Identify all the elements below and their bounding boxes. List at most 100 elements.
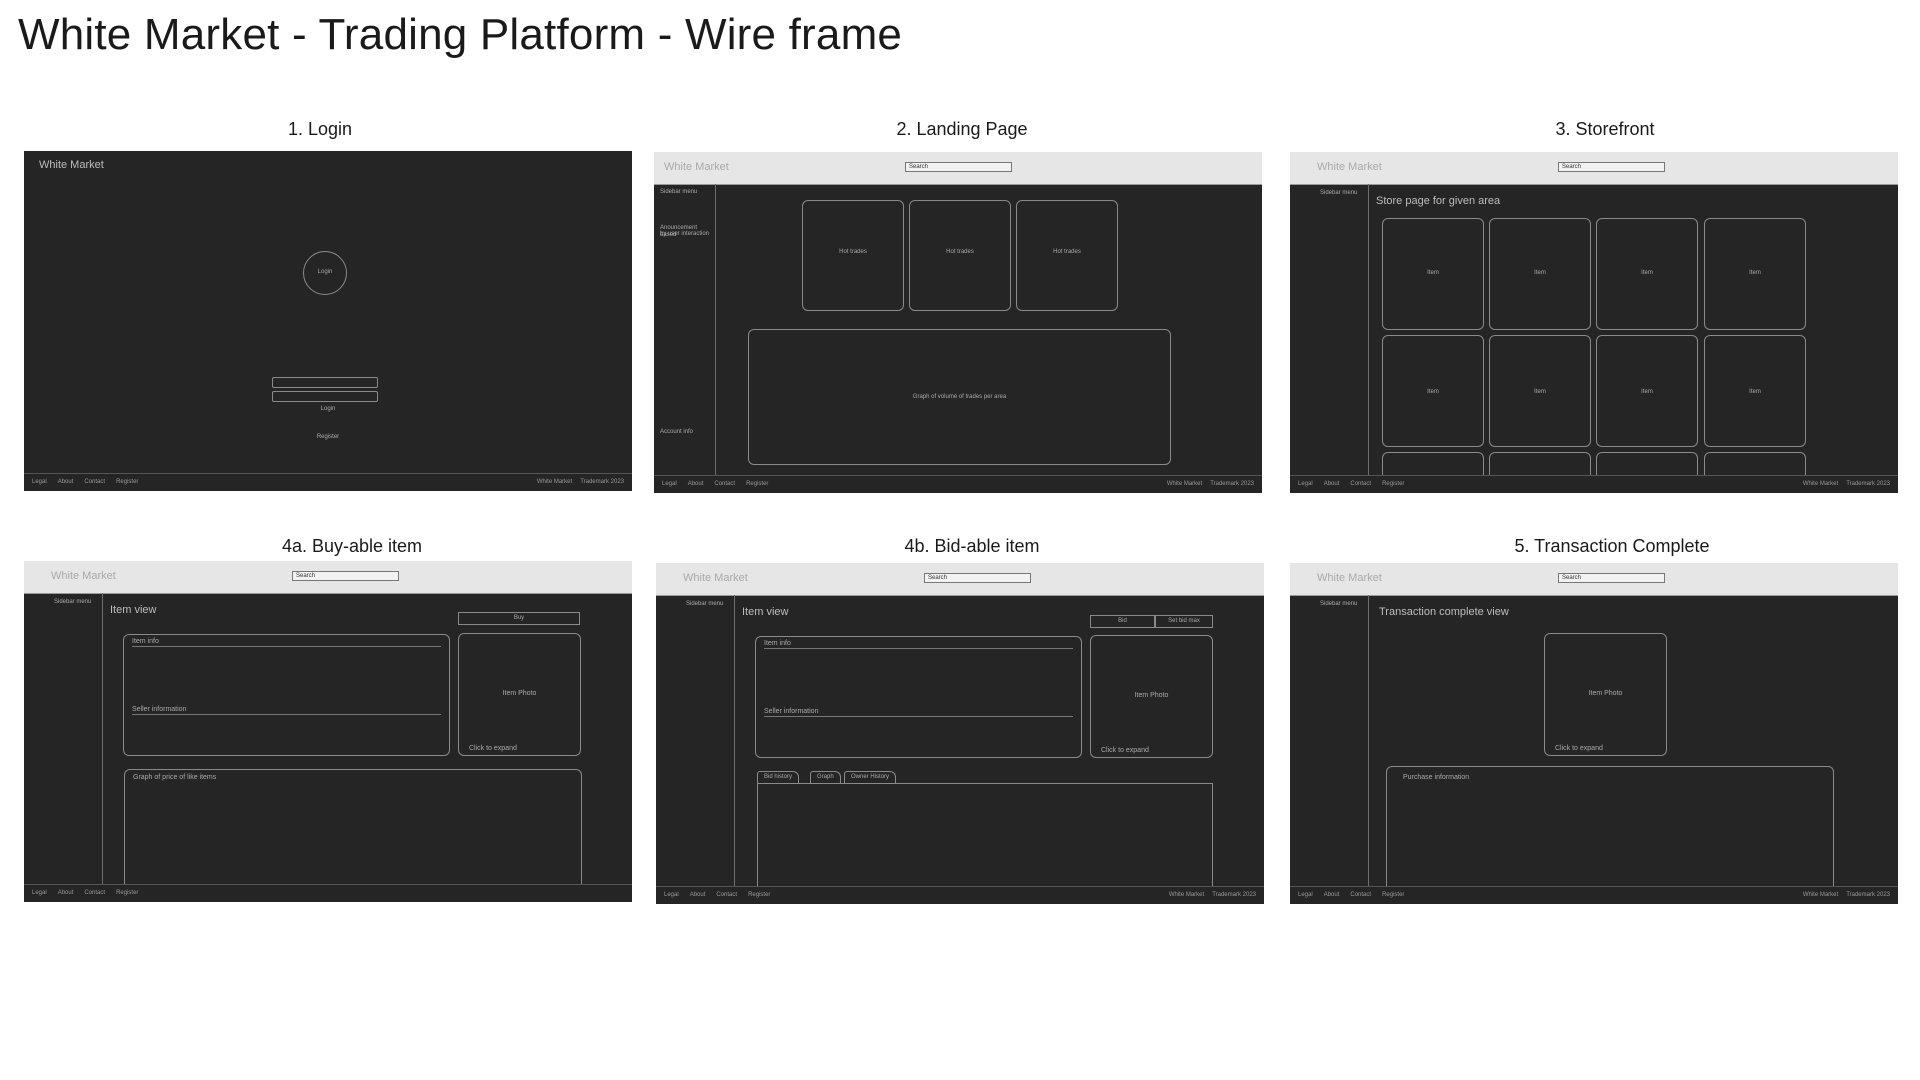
panel-title-login: 1. Login	[287, 119, 353, 139]
footer-contact[interactable]: Contact	[716, 892, 737, 898]
item-view-heading: Item view	[110, 604, 157, 616]
search-input[interactable]: Search	[905, 162, 1012, 172]
item-photo-box[interactable]: Item Photo Click to expand	[458, 633, 581, 756]
footer-contact[interactable]: Contact	[1350, 481, 1371, 487]
frame-complete: White Market Search Sidebar menu Transac…	[1290, 563, 1898, 904]
panel-title-landing: 2. Landing Page	[896, 119, 1028, 139]
search-input[interactable]: Search	[1558, 162, 1665, 172]
sidebar: Sidebar menu	[656, 595, 735, 887]
click-to-expand-label: Click to expand	[1101, 747, 1149, 754]
brand-logo: White Market	[1317, 161, 1382, 173]
item-info-label: Item info	[132, 638, 159, 645]
footer-about[interactable]: About	[1324, 892, 1340, 898]
footer-about[interactable]: About	[1324, 481, 1340, 487]
footer-contact[interactable]: Contact	[84, 479, 105, 485]
item-card[interactable]: Item	[1704, 335, 1806, 447]
footer-legal[interactable]: Legal	[662, 481, 677, 487]
footer-legal[interactable]: Legal	[1298, 892, 1313, 898]
item-card-label: Item	[1427, 270, 1439, 276]
login-button[interactable]: Login	[24, 406, 632, 412]
sidebar-menu-label[interactable]: Sidebar menu	[54, 599, 91, 606]
register-link[interactable]: Register	[24, 434, 632, 440]
footer-brand: White Market	[1166, 481, 1203, 487]
header: White Market Search	[1290, 563, 1898, 596]
footer-register[interactable]: Register	[1382, 892, 1404, 898]
footer-register[interactable]: Register	[748, 892, 770, 898]
tab-bid-history[interactable]: Bid history	[757, 771, 800, 783]
footer-brand: White Market	[1802, 481, 1839, 487]
footer-legal[interactable]: Legal	[32, 479, 47, 485]
buy-button[interactable]: Buy	[458, 612, 580, 625]
sidebar-menu-label[interactable]: Sidebar menu	[660, 189, 697, 196]
item-photo-label: Item Photo	[1134, 692, 1169, 699]
footer-contact[interactable]: Contact	[714, 481, 735, 487]
bid-button[interactable]: Bid	[1090, 615, 1155, 628]
brand-logo: White Market	[1317, 572, 1382, 584]
sidebar-menu-label[interactable]: Sidebar menu	[1320, 190, 1357, 197]
footer-contact[interactable]: Contact	[84, 890, 105, 896]
trade-volume-graph: Graph of volume of trades per area	[748, 329, 1171, 465]
footer-about[interactable]: About	[688, 481, 704, 487]
item-photo-label: Item Photo	[1588, 690, 1623, 697]
search-input[interactable]: Search	[292, 571, 399, 581]
footer-brand: White Market	[1168, 892, 1205, 898]
brand-logo: White Market	[664, 161, 729, 173]
item-card[interactable]: Item	[1596, 335, 1698, 447]
hot-trades-card[interactable]: Hot trades	[802, 200, 904, 311]
item-card[interactable]: Item	[1489, 218, 1591, 330]
item-card-label: Item	[1534, 270, 1546, 276]
transaction-complete-heading: Transaction complete view	[1379, 606, 1509, 618]
footer-register[interactable]: Register	[1382, 481, 1404, 487]
frame-landing: White Market Search Sidebar menu Anounce…	[654, 152, 1262, 493]
item-card[interactable]: Item	[1704, 218, 1806, 330]
password-input[interactable]	[272, 391, 378, 402]
item-card[interactable]: Item	[1382, 335, 1484, 447]
set-bid-max-button[interactable]: Set bid max	[1155, 615, 1213, 628]
account-info-label[interactable]: Account info	[660, 429, 693, 436]
footer-legal[interactable]: Legal	[32, 890, 47, 896]
login-avatar-circle[interactable]: Login	[303, 251, 347, 295]
footer-register[interactable]: Register	[746, 481, 768, 487]
announcement-label-2: by user interaction	[660, 231, 710, 237]
sidebar-menu-label[interactable]: Sidebar menu	[1320, 601, 1357, 608]
search-input[interactable]: Search	[924, 573, 1031, 583]
footer-register[interactable]: Register	[116, 890, 138, 896]
footer: Legal About Contact Register White Market Tr…	[24, 473, 632, 491]
hot-trades-card[interactable]: Hot trades	[1016, 200, 1118, 311]
username-input[interactable]	[272, 377, 378, 388]
frame-storefront: White Market Search Sidebar menu Store p…	[1290, 152, 1898, 493]
footer-about[interactable]: About	[58, 890, 74, 896]
tab-owner-history[interactable]: Owner History	[844, 771, 897, 783]
click-to-expand-label: Click to expand	[469, 745, 517, 752]
footer-trademark: Trademark 2023	[1846, 892, 1890, 898]
purchase-info-label: Purchase information	[1403, 774, 1470, 781]
item-card[interactable]: Item	[1489, 335, 1591, 447]
tab-graph[interactable]: Graph	[810, 771, 841, 783]
search-input[interactable]: Search	[1558, 573, 1665, 583]
panel-title-storefront: 3. Storefront	[1555, 119, 1655, 139]
price-graph-box: Graph of price of like items	[124, 769, 582, 902]
item-photo-box[interactable]: Item Photo Click to expand	[1090, 635, 1213, 758]
sidebar-menu-label[interactable]: Sidebar menu	[686, 601, 723, 608]
footer-about[interactable]: About	[58, 479, 74, 485]
item-card[interactable]: Item	[1382, 218, 1484, 330]
item-card[interactable]: Item	[1596, 218, 1698, 330]
brand-logo: White Market	[51, 570, 116, 582]
footer-legal[interactable]: Legal	[664, 892, 679, 898]
footer-trademark: Trademark 2023	[580, 479, 624, 485]
item-view-heading: Item view	[742, 606, 789, 618]
divider	[764, 716, 1073, 717]
footer-brand: White Market	[536, 479, 573, 485]
footer-about[interactable]: About	[690, 892, 706, 898]
footer-contact[interactable]: Contact	[1350, 892, 1371, 898]
footer: Legal About Contact Register White Market Tr…	[654, 475, 1262, 493]
sidebar: Sidebar menu	[1290, 595, 1369, 887]
footer-legal[interactable]: Legal	[1298, 481, 1313, 487]
item-info-label: Item info	[764, 640, 791, 647]
footer-register[interactable]: Register	[116, 479, 138, 485]
footer-trademark: Trademark 2023	[1212, 892, 1256, 898]
item-photo-box[interactable]: Item Photo Click to expand	[1544, 633, 1667, 756]
footer: Legal About Contact Register	[24, 884, 632, 902]
hot-trades-card[interactable]: Hot trades	[909, 200, 1011, 311]
click-to-expand-label: Click to expand	[1555, 745, 1603, 752]
